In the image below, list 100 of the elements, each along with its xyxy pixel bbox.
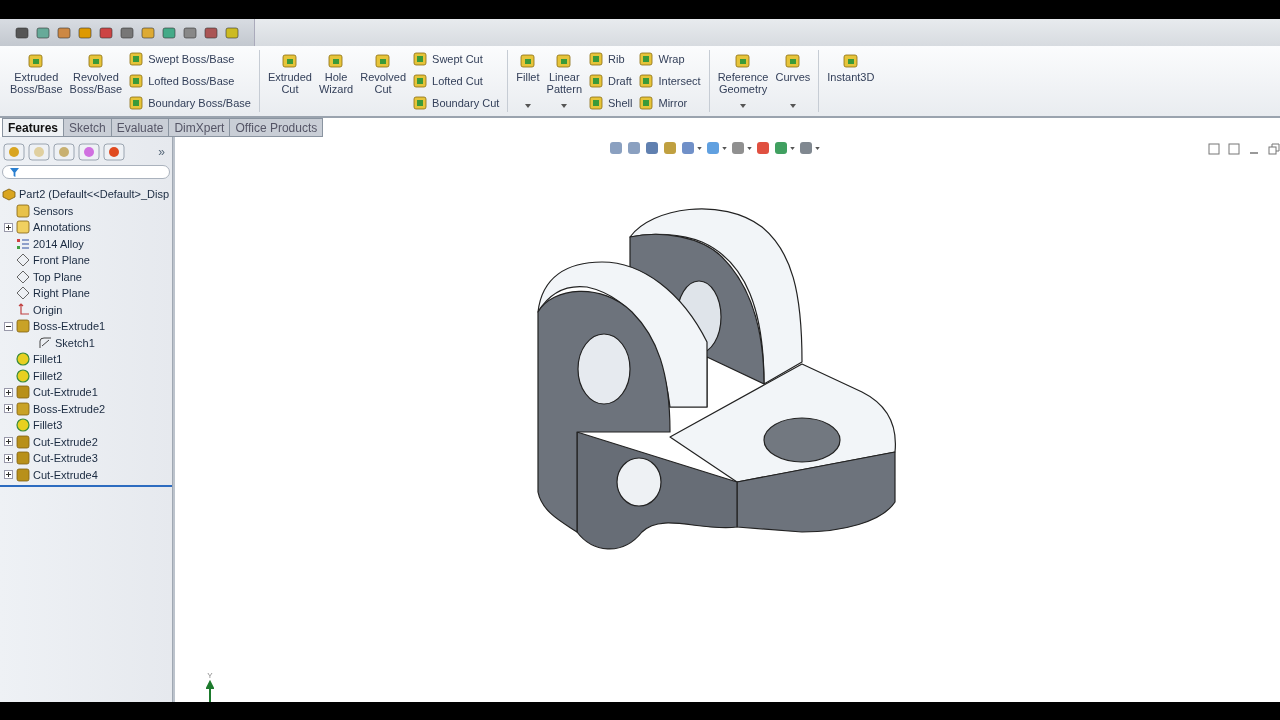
toolbar-tool-icon[interactable]: [161, 24, 177, 41]
view-tool-icon[interactable]: [627, 141, 641, 155]
command-tab[interactable]: DimXpert: [169, 118, 231, 137]
toolbar-tool-icon[interactable]: [77, 24, 93, 41]
panel-tab-icon[interactable]: [103, 143, 125, 161]
dropdown-caret-icon[interactable]: [740, 104, 747, 108]
tree-item[interactable]: Origin: [33, 303, 63, 316]
toolbar-tool-icon[interactable]: [140, 24, 156, 41]
tree-item[interactable]: Right Plane: [33, 287, 90, 300]
tree-item[interactable]: Sensors: [33, 204, 74, 217]
command-tab[interactable]: Office Products: [230, 118, 324, 137]
expand-panel-button[interactable]: »: [158, 145, 165, 159]
tree-item[interactable]: Top Plane: [33, 270, 82, 283]
tree-item[interactable]: Boss-Extrude2: [33, 402, 106, 415]
panel-tab-icon[interactable]: [3, 143, 25, 161]
dropdown-caret-icon[interactable]: [722, 146, 727, 150]
tree-item[interactable]: Front Plane: [33, 254, 90, 267]
expander-icon[interactable]: [4, 453, 13, 463]
view-tool-icon[interactable]: [663, 141, 677, 155]
toolbar-tool-icon[interactable]: [203, 24, 219, 41]
view-tool-icon[interactable]: [774, 141, 788, 155]
expander-icon[interactable]: [4, 387, 13, 397]
dropdown-caret-icon[interactable]: [747, 146, 752, 150]
expander-icon[interactable]: [4, 437, 13, 447]
toolbar-tool-icon[interactable]: [56, 24, 72, 41]
feature-icon: [280, 52, 299, 70]
toolbar-tool-icon[interactable]: [98, 24, 114, 41]
ribbon-button[interactable]: Extruded Boss/Base: [8, 50, 65, 112]
tree-item[interactable]: Cut-Extrude1: [33, 386, 98, 399]
ribbon-button[interactable]: Curves: [773, 50, 813, 112]
ribbon-button[interactable]: Rib: [589, 52, 633, 66]
dropdown-caret-icon[interactable]: [815, 146, 820, 150]
panel-splitter-handle[interactable]: [173, 137, 175, 702]
ribbon-button[interactable]: Hole Wizard: [316, 50, 356, 112]
tree-item[interactable]: Sketch1: [55, 336, 95, 349]
toolbar-tool-icon[interactable]: [224, 24, 240, 41]
dropdown-caret-icon[interactable]: [790, 146, 795, 150]
plane-icon: [16, 286, 30, 301]
ribbon-button[interactable]: Shell: [589, 96, 633, 110]
toolbar-tool-icon[interactable]: [182, 24, 198, 41]
fillet-icon: [16, 352, 30, 367]
ribbon-button[interactable]: Instant3D: [825, 50, 877, 112]
ribbon-button[interactable]: Swept Boss/Base: [129, 52, 251, 66]
tree-item[interactable]: Cut-Extrude3: [33, 452, 98, 465]
panel-tab-icon[interactable]: [53, 143, 75, 161]
expander-icon[interactable]: [4, 404, 13, 414]
dropdown-caret-icon[interactable]: [697, 146, 702, 150]
plane-icon: [16, 253, 30, 268]
dropdown-caret-icon[interactable]: [524, 104, 531, 108]
dropdown-caret-icon[interactable]: [789, 104, 796, 108]
expander-icon[interactable]: [4, 470, 13, 480]
dropdown-caret-icon[interactable]: [561, 104, 568, 108]
command-tab[interactable]: Evaluate: [111, 118, 170, 137]
feature-icon: [129, 74, 144, 88]
view-tool-icon[interactable]: [756, 141, 770, 155]
toolbar-tool-icon[interactable]: [119, 24, 135, 41]
ribbon-button[interactable]: Extruded Cut: [265, 50, 314, 112]
tree-item[interactable]: Fillet2: [33, 369, 63, 382]
toolbar-tool-icon[interactable]: [14, 24, 30, 41]
tree-item[interactable]: Cut-Extrude4: [33, 468, 98, 481]
ribbon-button[interactable]: Lofted Cut: [413, 74, 500, 88]
feature-icon: [327, 52, 346, 70]
ribbon-button[interactable]: Draft: [589, 74, 633, 88]
ribbon-button[interactable]: Linear Pattern: [544, 50, 584, 112]
toolbar-tool-icon[interactable]: [35, 24, 51, 41]
feature-icon: [374, 52, 393, 70]
command-tab[interactable]: Sketch: [64, 118, 112, 137]
tree-item[interactable]: Cut-Extrude2: [33, 435, 98, 448]
view-tool-icon[interactable]: [609, 141, 623, 155]
tree-item[interactable]: Part2 (Default<<Default>_Disp: [19, 188, 170, 201]
ribbon-button[interactable]: Lofted Boss/Base: [129, 74, 251, 88]
ribbon-button[interactable]: Mirror: [639, 96, 701, 110]
tree-item[interactable]: Fillet3: [33, 419, 63, 432]
panel-tab-icon[interactable]: [78, 143, 100, 161]
command-tab[interactable]: Features: [2, 118, 65, 137]
expander-icon[interactable]: [4, 321, 13, 331]
filter-field[interactable]: [2, 165, 170, 179]
ribbon-button[interactable]: Revolved Cut: [358, 50, 409, 112]
ribbon-button[interactable]: Wrap: [639, 52, 701, 66]
view-tool-icon[interactable]: [645, 141, 659, 155]
tree-item[interactable]: Boss-Extrude1: [33, 320, 106, 333]
restore-icon[interactable]: [1268, 143, 1280, 155]
tile-window-icon[interactable]: [1228, 143, 1240, 155]
ribbon-button[interactable]: Fillet: [514, 50, 542, 112]
tree-item[interactable]: Fillet1: [33, 353, 63, 366]
ribbon-button[interactable]: Reference Geometry: [715, 50, 771, 112]
view-tool-icon[interactable]: [731, 141, 745, 155]
ribbon-button[interactable]: Intersect: [639, 74, 701, 88]
ribbon-button[interactable]: Boundary Boss/Base: [129, 96, 251, 110]
view-tool-icon[interactable]: [799, 141, 813, 155]
expander-icon[interactable]: [4, 222, 13, 232]
tree-item[interactable]: Annotations: [33, 221, 92, 234]
tile-window-icon[interactable]: [1208, 143, 1220, 155]
filter-icon: [10, 167, 19, 177]
ribbon-button[interactable]: Boundary Cut: [413, 96, 500, 110]
feature-icon: [841, 52, 860, 70]
ribbon-button[interactable]: Revolved Boss/Base: [67, 50, 125, 112]
view-tool-icon[interactable]: [681, 141, 695, 155]
ribbon-button[interactable]: Swept Cut: [413, 52, 500, 66]
tree-item[interactable]: 2014 Alloy: [33, 237, 84, 250]
